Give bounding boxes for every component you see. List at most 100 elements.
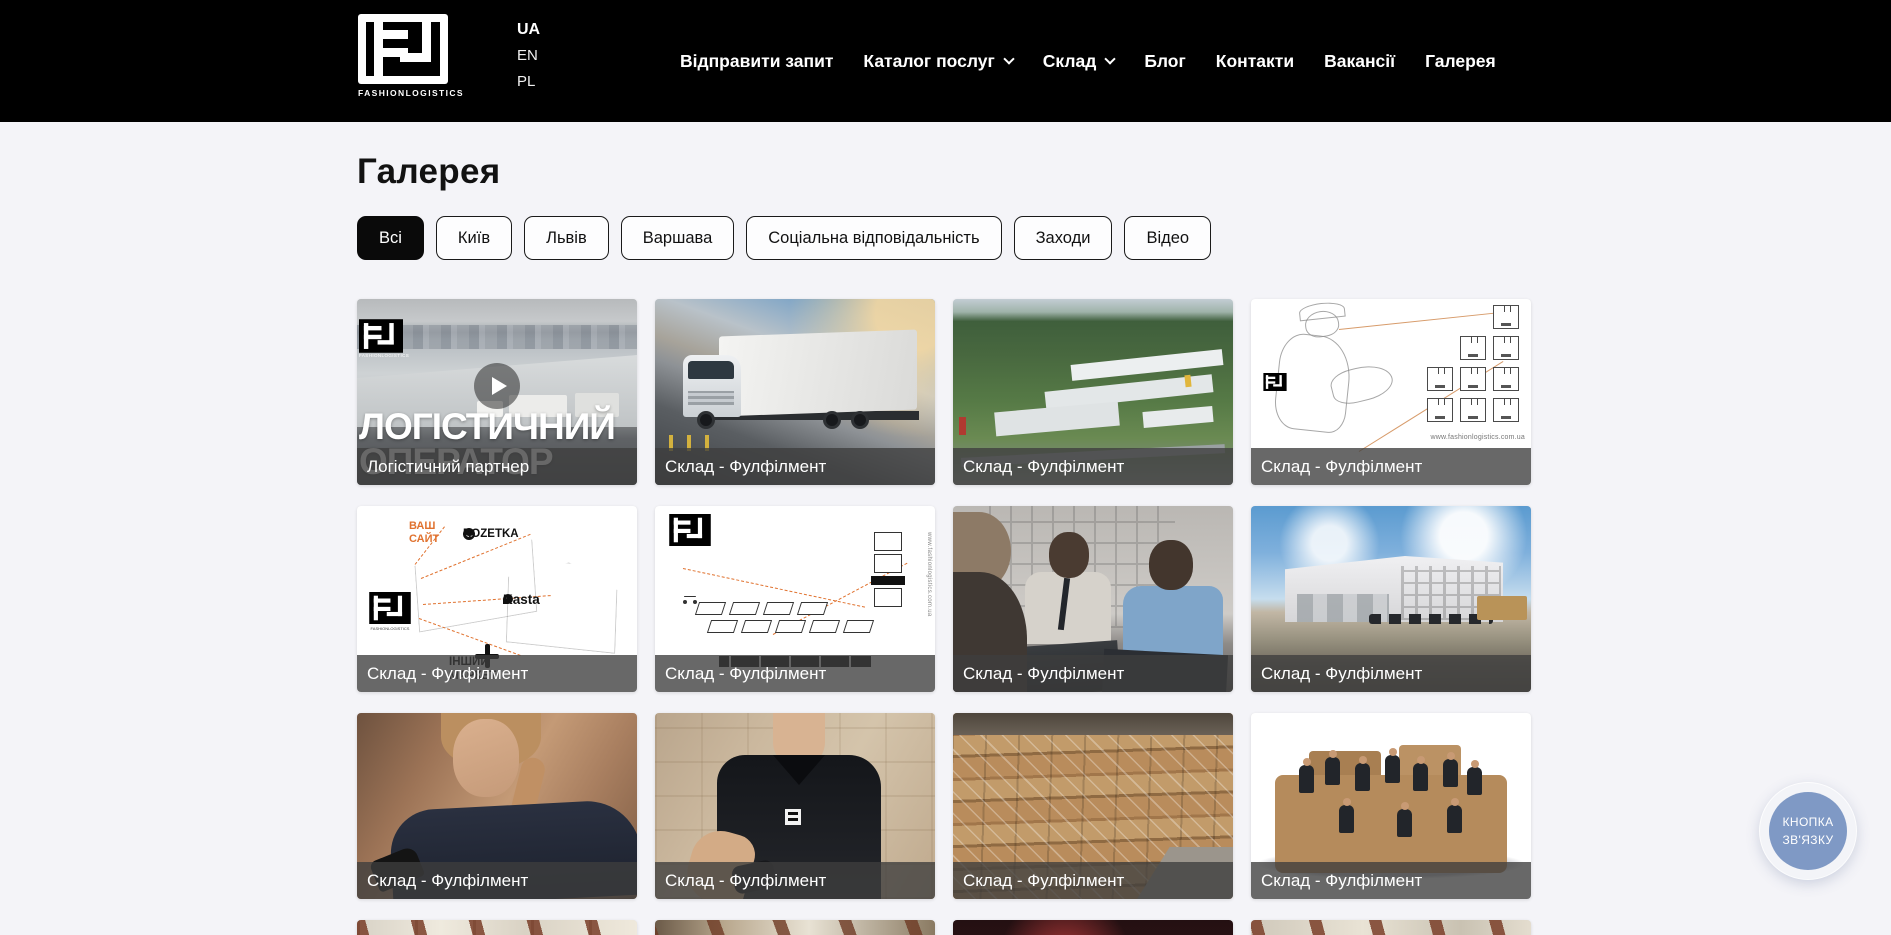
caption-text: Склад - Фулфілмент (1261, 664, 1422, 684)
nav-services-catalog-label: Каталог послуг (863, 51, 994, 72)
gallery-item[interactable]: Склад - Фулфілмент (1251, 713, 1531, 899)
filter-social-responsibility[interactable]: Соціальна відповідальність (746, 216, 1001, 260)
nav-contacts-label: Контакти (1216, 51, 1294, 72)
gallery-item[interactable]: www.fashionlogistics.com.ua Склад - Фулф… (655, 506, 935, 692)
brand-logo-text: FASHIONLOGISTICS (358, 88, 450, 98)
diagram-label-kasta: Kasta✓ (503, 594, 513, 604)
fl-logo-icon (369, 592, 411, 624)
team-member (1385, 755, 1400, 783)
isometric-box-row (697, 602, 826, 615)
truck-grill (688, 391, 734, 405)
gallery-item[interactable]: Склад - Фулфілмент (953, 506, 1233, 692)
brand-logo[interactable]: FASHIONLOGISTICS (358, 14, 450, 98)
nav-contacts[interactable]: Контакти (1216, 51, 1294, 72)
caption-text: Склад - Фулфілмент (1261, 457, 1422, 477)
fl-logo-caption: FASHIONLOGISTICS (366, 626, 414, 631)
language-switcher: UA EN PL (517, 20, 540, 91)
parked-cars (1369, 614, 1493, 624)
contact-button-line2: ЗВ'ЯЗКУ (1782, 831, 1833, 849)
team-member (1339, 805, 1354, 833)
lang-en[interactable]: EN (517, 47, 540, 65)
gallery-item[interactable]: Склад - Фулфілмент (655, 299, 935, 485)
nav-send-request[interactable]: Відправити запит (680, 51, 833, 72)
gallery-item-caption: Склад - Фулфілмент (655, 862, 935, 899)
caption-text: Склад - Фулфілмент (963, 457, 1124, 477)
gallery-item-caption: Склад - Фулфілмент (1251, 448, 1531, 485)
truck-wheel (697, 411, 715, 429)
nav-gallery[interactable]: Галерея (1425, 51, 1496, 72)
gallery-item[interactable]: www.fashionlogistics.com.ua Склад - Фулф… (1251, 299, 1531, 485)
overlay-line1: ЛОГІСТИЧНИЙ (359, 409, 615, 444)
gallery-filters: Всі Київ Львів Варшава Соціальна відпові… (357, 216, 1211, 260)
warehouse-ceiling (953, 713, 1233, 735)
filter-all[interactable]: Всі (357, 216, 424, 260)
caption-text: Склад - Фулфілмент (963, 871, 1124, 891)
caption-text: Логістичний партнер (367, 457, 529, 477)
lang-ua[interactable]: UA (517, 20, 540, 39)
nav-warehouse[interactable]: Склад (1043, 51, 1115, 72)
fl-watermark-text: FASHIONLOGISTICS (359, 353, 407, 358)
warehouse-roof (1142, 406, 1213, 428)
orange-dashed-arrow (419, 618, 521, 656)
chevron-down-icon (1105, 53, 1116, 64)
caption-text: Склад - Фулфілмент (367, 871, 528, 891)
caption-text: Склад - Фулфілмент (367, 664, 528, 684)
warehouse-shelving-photo (357, 920, 637, 935)
filter-lviv[interactable]: Львів (524, 216, 609, 260)
gallery-item-partial[interactable] (953, 920, 1233, 935)
gallery-item[interactable]: Склад - Фулфілмент (1251, 506, 1531, 692)
diagram-label-your-site: ВАШ САЙТ (409, 520, 447, 545)
fl-logo-icon (1263, 373, 1287, 391)
caption-text: Склад - Фулфілмент (665, 457, 826, 477)
gallery-item[interactable]: Склад - Фулфілмент (953, 299, 1233, 485)
gallery-item-partial[interactable] (655, 920, 935, 935)
team-member (1467, 767, 1482, 795)
nav-services-catalog[interactable]: Каталог послуг (863, 51, 1012, 72)
gallery-item[interactable]: ВАШ САЙТ ROZETKA Kasta✓ ІНШИЙ МАРКЕТ FAS… (357, 506, 637, 692)
lang-pl[interactable]: PL (517, 73, 540, 91)
caption-text: Склад - Фулфілмент (665, 664, 826, 684)
nav-warehouse-label: Склад (1043, 51, 1097, 72)
caption-text: Склад - Фулфілмент (963, 664, 1124, 684)
team-member (1397, 809, 1412, 837)
gallery-item[interactable]: Склад - Фулфілмент (357, 713, 637, 899)
gallery-item-caption: Склад - Фулфілмент (953, 448, 1233, 485)
employee-head (1049, 532, 1089, 578)
gallery-item[interactable]: Склад - Фулфілмент (953, 713, 1233, 899)
team-member (1443, 759, 1458, 787)
truck-windshield (688, 361, 734, 379)
gallery-item[interactable]: Склад - Фулфілмент (655, 713, 935, 899)
kasta-text: Kasta (503, 592, 540, 607)
gallery-item-video[interactable]: FASHIONLOGISTICS ЛОГІСТИЧНИЙ ОПЕРАТОР Ло… (357, 299, 637, 485)
warehouse-shelving-photo (1251, 920, 1531, 935)
gallery-item-caption: Склад - Фулфілмент (357, 862, 637, 899)
filter-kyiv[interactable]: Київ (436, 216, 512, 260)
employee-body (1123, 586, 1223, 658)
nav-vacancies[interactable]: Вакансії (1324, 51, 1395, 72)
employee-head (1149, 540, 1193, 590)
box-grid (1427, 305, 1519, 422)
gallery-item-partial[interactable] (357, 920, 637, 935)
filter-video[interactable]: Відео (1124, 216, 1211, 260)
team-member (1447, 805, 1462, 833)
worker-face (453, 719, 519, 797)
dark-warehouse-photo (953, 920, 1233, 935)
gallery-item-caption: Склад - Фулфілмент (1251, 655, 1531, 692)
rozetka-text: ROZETKA (463, 528, 519, 540)
truck-wheel (851, 411, 869, 429)
warehouse-shelving-photo (655, 920, 935, 935)
gallery-item-partial[interactable] (1251, 920, 1531, 935)
box-stack (874, 532, 905, 607)
contact-button-line1: КНОПКА (1782, 813, 1833, 831)
isometric-box-row (709, 620, 872, 633)
filter-warsaw[interactable]: Варшава (621, 216, 735, 260)
contact-floating-button[interactable]: КНОПКА ЗВ'ЯЗКУ (1760, 783, 1856, 879)
url-watermark-vertical: www.fashionlogistics.com.ua (926, 532, 932, 616)
filter-events[interactable]: Заходи (1014, 216, 1113, 260)
play-icon[interactable] (474, 363, 520, 409)
gallery-item-caption: Склад - Фулфілмент (953, 862, 1233, 899)
fl-watermark: FASHIONLOGISTICS (359, 319, 407, 358)
nav-blog[interactable]: Блог (1144, 51, 1185, 72)
nav-gallery-label: Галерея (1425, 51, 1496, 72)
truck-trailer (719, 330, 917, 417)
